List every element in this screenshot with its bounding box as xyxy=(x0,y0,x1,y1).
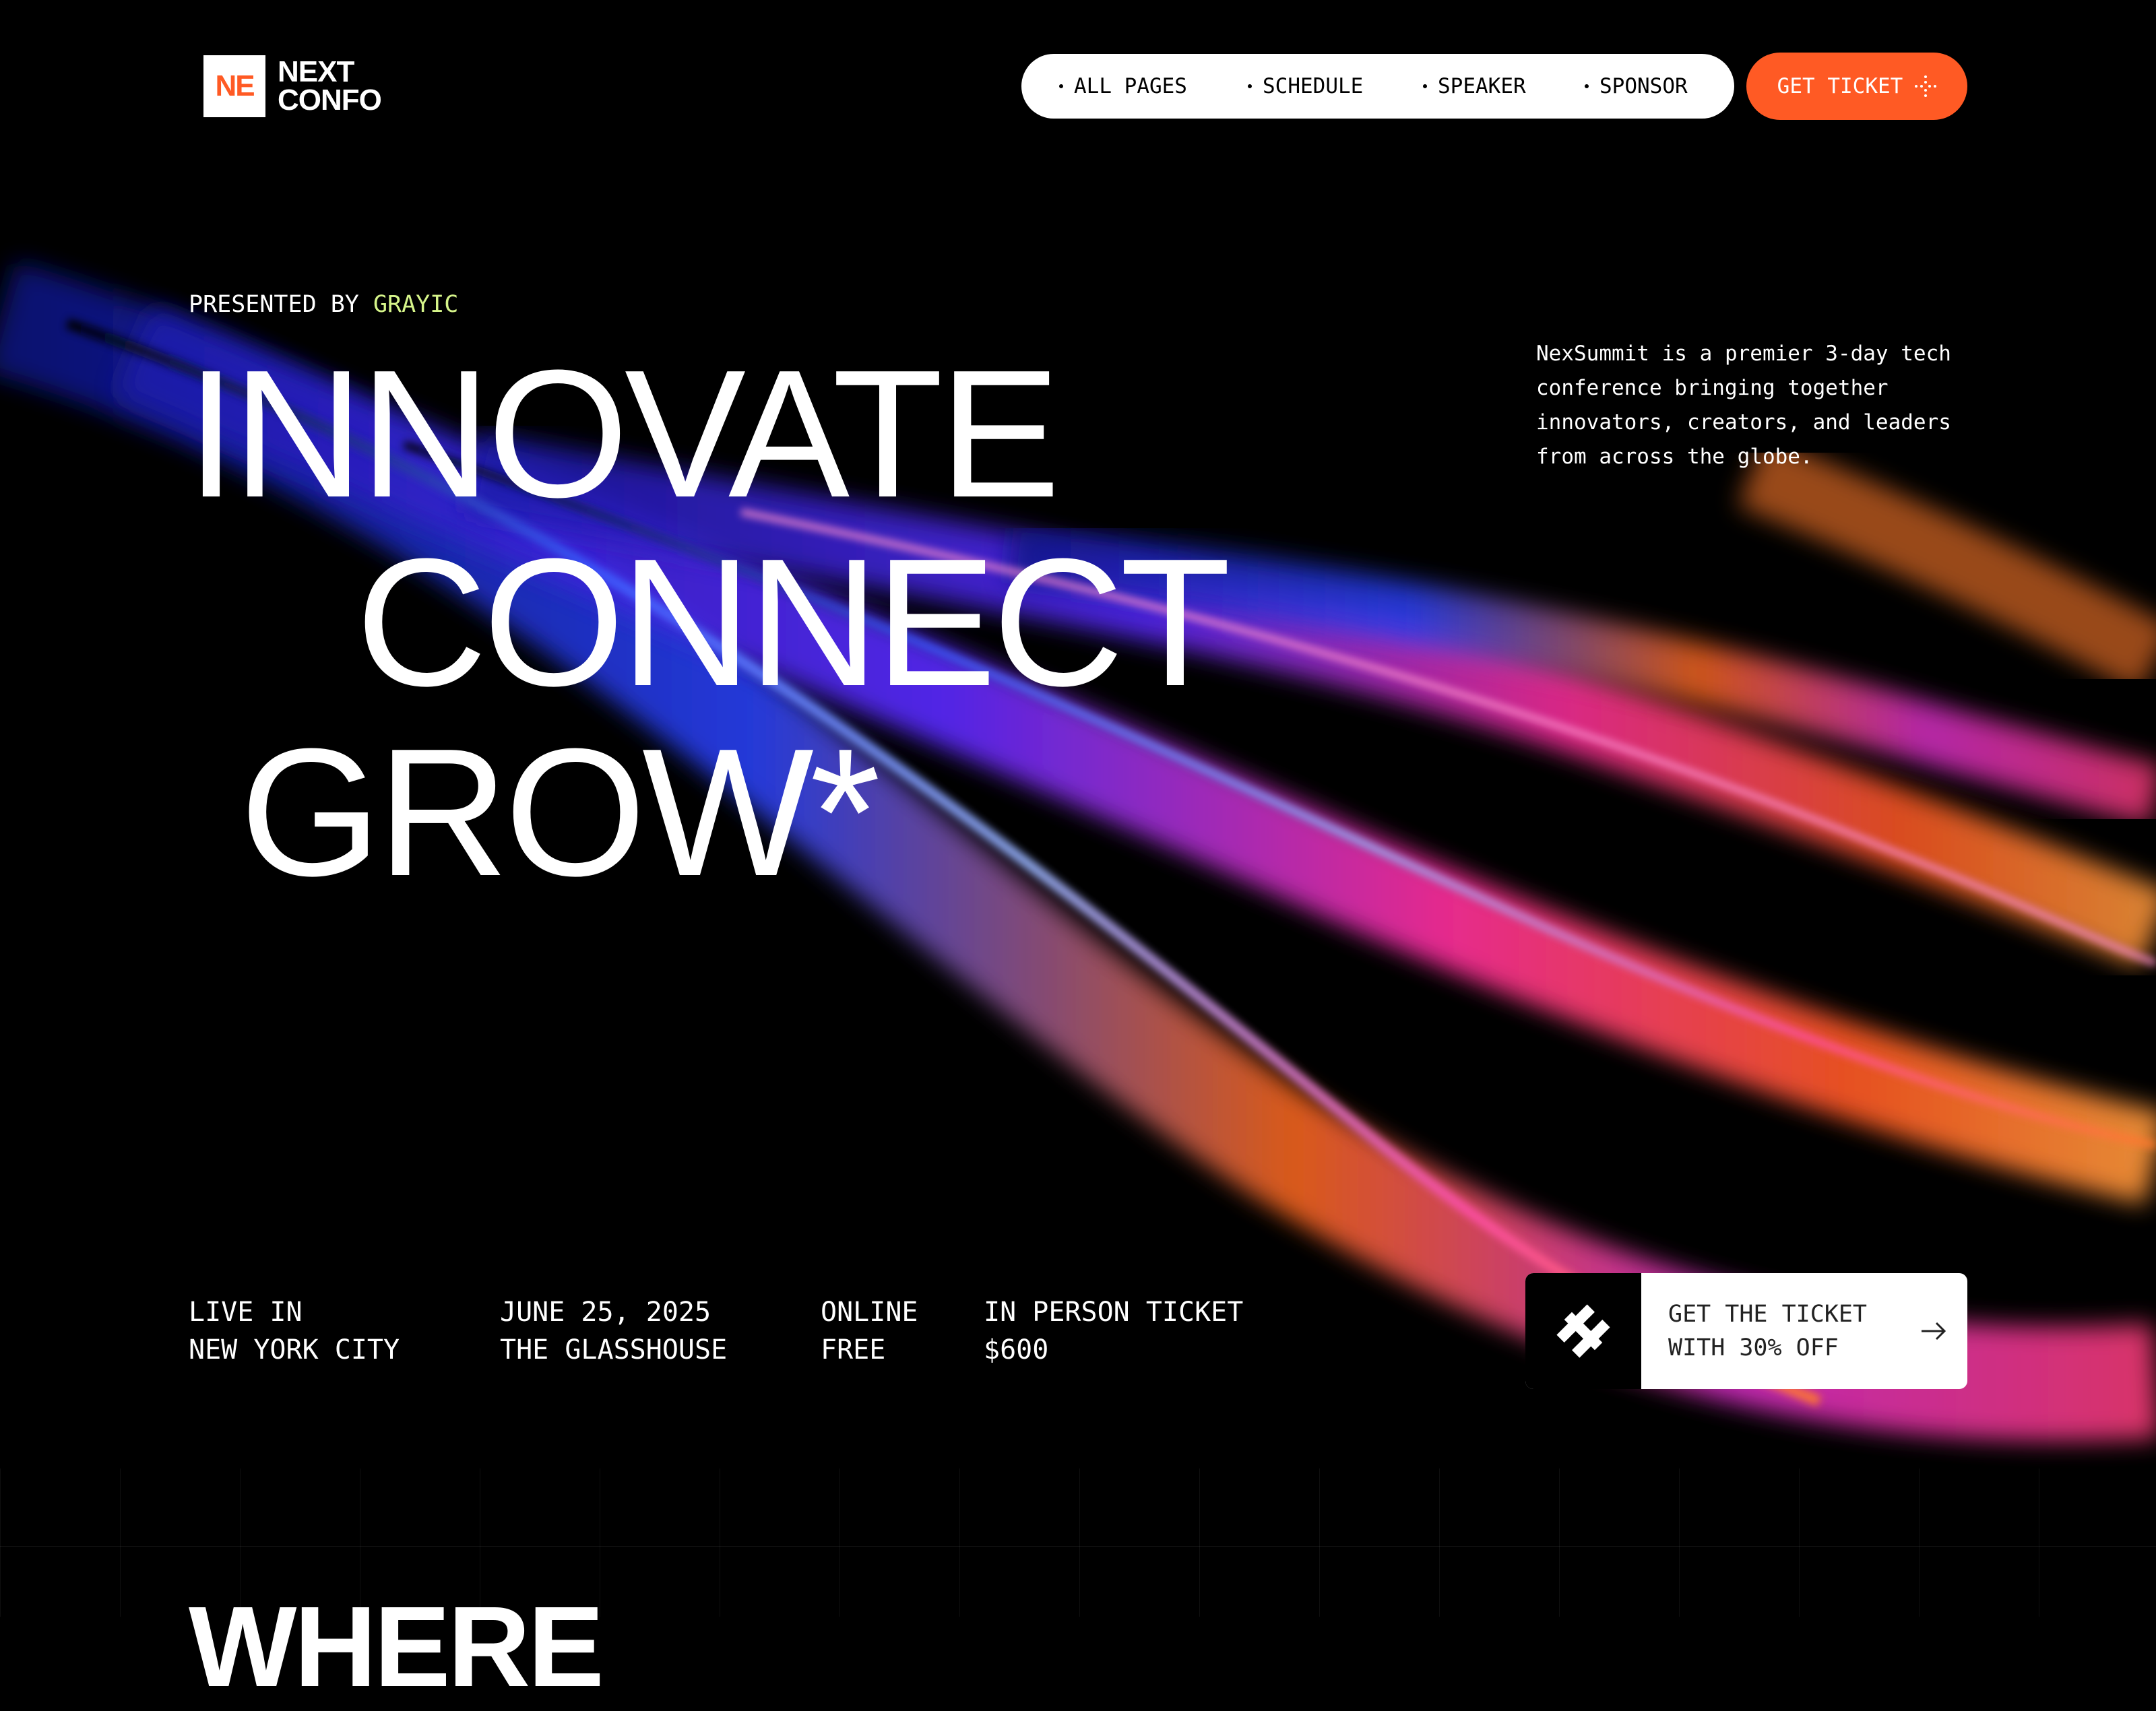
nav-item-label: SPEAKER xyxy=(1438,74,1526,98)
get-ticket-label: GET TICKET xyxy=(1777,74,1903,98)
hero-line-2: CONNECT xyxy=(356,521,1231,724)
logo[interactable]: NE NEXT CONFO xyxy=(203,55,382,117)
presented-prefix: PRESENTED BY xyxy=(189,291,359,318)
hero-description: NexSummit is a premier 3-day tech confer… xyxy=(1536,342,1951,469)
nav-item-speaker[interactable]: SPEAKER xyxy=(1423,54,1526,119)
get-ticket-button[interactable]: GET TICKET xyxy=(1746,53,1967,120)
ticket-logo-icon xyxy=(1525,1273,1641,1389)
info-line: NEW YORK CITY xyxy=(189,1334,400,1365)
ticket-logo-svg xyxy=(1556,1304,1610,1358)
info-in-person: IN PERSON TICKET $600 xyxy=(984,1293,1243,1369)
bullet-icon xyxy=(1059,84,1063,88)
bullet-icon xyxy=(1423,84,1427,88)
logo-text: NEXT CONFO xyxy=(278,55,382,117)
arrow-right-icon xyxy=(1900,1273,1967,1389)
cta-line-2: WITH 30% OFF xyxy=(1668,1334,1839,1361)
logo-mark: NE xyxy=(203,55,265,117)
presenter-brand[interactable]: GRAYIC xyxy=(373,291,458,318)
info-date: JUNE 25, 2025 THE GLASSHOUSE xyxy=(500,1293,727,1369)
info-line: IN PERSON TICKET xyxy=(984,1297,1244,1328)
presented-by: PRESENTED BY GRAYIC xyxy=(189,291,458,318)
main-nav: ALL PAGES SCHEDULE SPEAKER SPONSOR xyxy=(1021,54,1734,119)
nav-item-all-pages[interactable]: ALL PAGES xyxy=(1059,54,1187,119)
sparkle-icon xyxy=(1915,75,1937,97)
hero-line-1: INNOVATE xyxy=(186,333,1060,536)
info-line: FREE xyxy=(821,1334,886,1365)
bullet-icon xyxy=(1585,84,1589,88)
nav-item-label: SCHEDULE xyxy=(1263,74,1364,98)
nav-item-sponsor[interactable]: SPONSOR xyxy=(1585,54,1688,119)
info-line: LIVE IN xyxy=(189,1297,303,1328)
hero-line-3: GROW* xyxy=(240,711,881,914)
info-location: LIVE IN NEW YORK CITY xyxy=(189,1293,400,1369)
cta-line-1: GET THE TICKET xyxy=(1668,1301,1868,1328)
info-line: $600 xyxy=(984,1334,1049,1365)
bullet-icon xyxy=(1248,84,1252,88)
info-line: ONLINE xyxy=(821,1297,918,1328)
logo-line-2: CONFO xyxy=(278,84,382,117)
cta-text: GET THE TICKET WITH 30% OFF xyxy=(1641,1273,1900,1389)
info-line: JUNE 25, 2025 xyxy=(500,1297,711,1328)
arrow-right-svg xyxy=(1922,1322,1946,1341)
nav-item-schedule[interactable]: SCHEDULE xyxy=(1248,54,1363,119)
bottom-divider xyxy=(0,1546,2156,1547)
next-section-heading: WHERE xyxy=(189,1583,604,1711)
info-online: ONLINE FREE xyxy=(821,1293,918,1369)
nav-item-label: SPONSOR xyxy=(1599,74,1688,98)
logo-line-1: NEXT xyxy=(278,55,354,88)
info-line: THE GLASSHOUSE xyxy=(500,1334,728,1365)
discount-ticket-button[interactable]: GET THE TICKET WITH 30% OFF xyxy=(1525,1273,1967,1389)
nav-item-label: ALL PAGES xyxy=(1074,74,1187,98)
